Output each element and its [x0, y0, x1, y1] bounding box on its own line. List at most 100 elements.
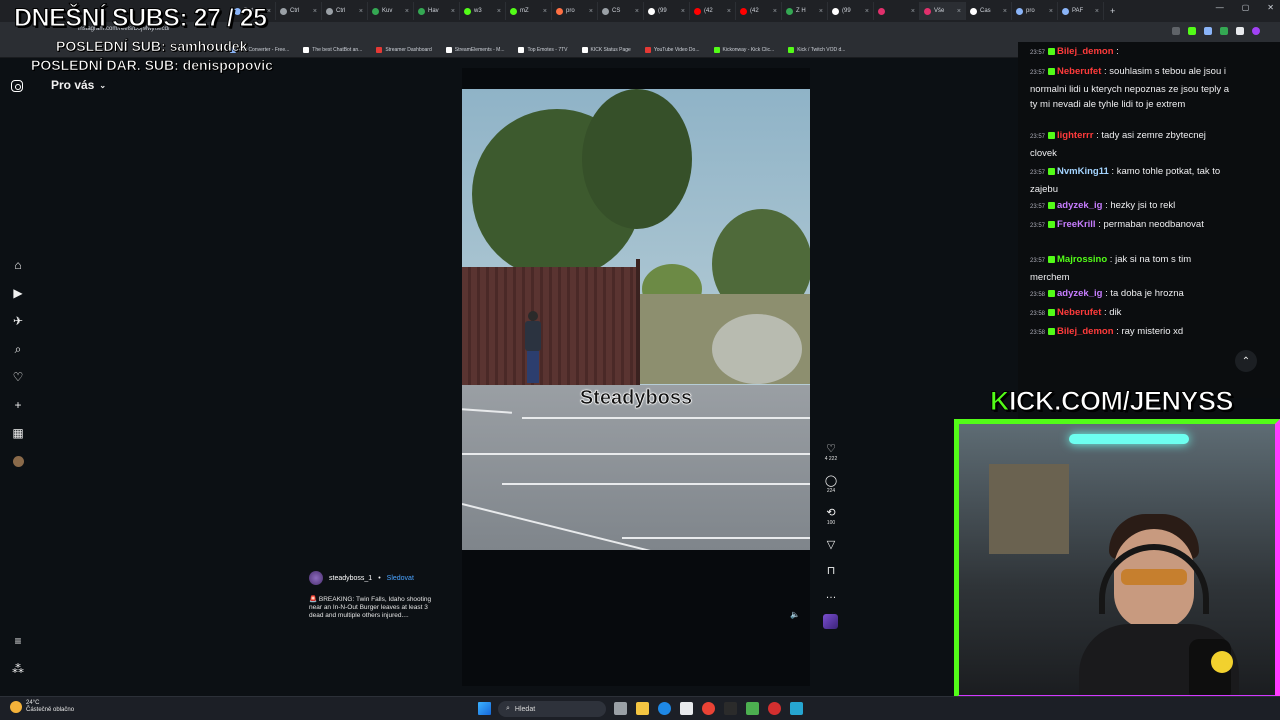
browser-tab[interactable]: pro × [1012, 2, 1058, 20]
feed-selector[interactable]: Pro vás ⌄ [51, 78, 106, 92]
bookmark-item[interactable]: Streamer Dashboard [376, 46, 432, 53]
bookmark-item[interactable]: Kick / Twitch VOD d... [788, 46, 845, 53]
close-tab-icon[interactable]: × [1003, 8, 1007, 15]
browser-tab[interactable]: CS × [598, 2, 644, 20]
author-avatar[interactable] [309, 571, 323, 585]
comment-button[interactable]: ◯ 224 [822, 474, 840, 494]
new-tab-icon[interactable]: + [1110, 6, 1115, 16]
browser-tab[interactable]: Ctrl × [322, 2, 368, 20]
close-tab-icon[interactable]: × [313, 8, 317, 15]
browser-tab[interactable]: Hav × [414, 2, 460, 20]
terminal-icon[interactable] [724, 702, 737, 715]
close-tab-icon[interactable]: × [1095, 8, 1099, 15]
close-tab-icon[interactable]: × [773, 8, 777, 15]
chat-username[interactable]: adyzek_ig [1057, 200, 1102, 211]
close-tab-icon[interactable]: × [957, 8, 961, 15]
chat-username[interactable]: adyzek_ig [1057, 288, 1102, 299]
browser-tab[interactable]: × [874, 2, 920, 20]
close-tab-icon[interactable]: × [451, 8, 455, 15]
file-explorer-icon[interactable] [636, 702, 649, 715]
maximize-icon[interactable]: ▢ [1242, 3, 1250, 12]
close-tab-icon[interactable]: × [589, 8, 593, 15]
close-tab-icon[interactable]: × [681, 8, 685, 15]
close-icon[interactable]: ✕ [1267, 3, 1274, 12]
browser-tab[interactable]: w3 × [460, 2, 506, 20]
mute-icon[interactable]: 🔈 [790, 610, 800, 619]
repost-button[interactable]: ⟲ 100 [822, 506, 840, 526]
browser-tab[interactable]: Ctrl × [276, 2, 322, 20]
scroll-up-button[interactable]: ⌃ [1235, 350, 1257, 372]
close-tab-icon[interactable]: × [911, 8, 915, 15]
dashboard-icon[interactable]: ▦ [11, 426, 25, 440]
save-button[interactable]: ⊓ [822, 564, 840, 577]
bookmark-item[interactable]: Kickonway - Kick Clic... [713, 46, 774, 53]
edge-icon[interactable] [658, 702, 671, 715]
start-button[interactable] [478, 702, 491, 715]
obs-icon[interactable] [768, 702, 781, 715]
author-name[interactable]: steadyboss_1 [329, 575, 372, 582]
create-icon[interactable]: + [11, 398, 25, 412]
browser-tab[interactable]: (42 × [736, 2, 782, 20]
close-tab-icon[interactable]: × [635, 8, 639, 15]
bookmark-item[interactable]: KICK Status Page [581, 46, 631, 53]
share-button[interactable]: ▽ [822, 538, 840, 551]
store-icon[interactable] [680, 702, 693, 715]
close-tab-icon[interactable]: × [865, 8, 869, 15]
chat-username[interactable]: NvmKing11 [1057, 166, 1109, 177]
chat-username[interactable]: Bilej_demon [1057, 46, 1114, 57]
instagram-logo-icon[interactable] [11, 80, 23, 92]
reel-caption[interactable]: 🚨 BREAKING: Twin Falls, Idaho shooting n… [309, 596, 444, 620]
task-view-icon[interactable] [614, 702, 627, 715]
chat-username[interactable]: Neberufet [1057, 307, 1101, 318]
close-tab-icon[interactable]: × [359, 8, 363, 15]
bookmark-item[interactable]: The best ChatBot an... [303, 46, 362, 53]
bookmark-item[interactable]: Top Emotes - 7TV [518, 46, 568, 53]
browser-tab[interactable]: Z H × [782, 2, 828, 20]
chat-username[interactable]: Majrossino [1057, 254, 1107, 265]
minimize-icon[interactable]: — [1216, 3, 1224, 12]
close-tab-icon[interactable]: × [727, 8, 731, 15]
notifications-icon[interactable]: ♡ [11, 370, 25, 384]
close-tab-icon[interactable]: × [405, 8, 409, 15]
app-icon[interactable] [746, 702, 759, 715]
app-icon[interactable] [790, 702, 803, 715]
extension-icon[interactable] [1172, 27, 1180, 35]
close-tab-icon[interactable]: × [1049, 8, 1053, 15]
weather-widget[interactable]: 24°C Částečně oblačno [10, 700, 74, 714]
chat-username[interactable]: Neberufet [1057, 66, 1101, 77]
close-tab-icon[interactable]: × [267, 8, 271, 15]
more-options-button[interactable]: … [822, 589, 840, 601]
chat-username[interactable]: lighterrr [1057, 130, 1093, 141]
bookmark-item[interactable]: YouTube Video Do... [644, 46, 700, 53]
close-tab-icon[interactable]: × [497, 8, 501, 15]
home-icon[interactable]: ⌂ [11, 258, 25, 272]
taskbar-search[interactable]: ⌕ Hledat [498, 701, 606, 717]
profile-avatar[interactable] [11, 454, 25, 468]
bookmark-item[interactable]: StreamElements - M... [445, 46, 504, 53]
reel-video[interactable]: Steadyboss [462, 89, 810, 550]
search-icon[interactable]: ⌕ [11, 342, 25, 356]
extension-icon[interactable] [1188, 27, 1196, 35]
chat-username[interactable]: FreeKrill [1057, 219, 1096, 230]
follow-button[interactable]: Sledovat [387, 575, 414, 582]
close-tab-icon[interactable]: × [819, 8, 823, 15]
like-button[interactable]: ♡ 4 222 [822, 442, 840, 462]
browser-tab[interactable]: PAF × [1058, 2, 1104, 20]
profile-avatar[interactable] [1252, 27, 1260, 35]
browser-tab[interactable]: Cas × [966, 2, 1012, 20]
browser-tab[interactable]: (42 × [690, 2, 736, 20]
extension-icon[interactable] [1220, 27, 1228, 35]
browser-tab[interactable]: (99 × [828, 2, 874, 20]
chrome-icon[interactable] [702, 702, 715, 715]
browser-tab[interactable]: Kuv × [368, 2, 414, 20]
menu-icon[interactable]: ≡ [11, 634, 25, 648]
extension-icon[interactable] [1204, 27, 1212, 35]
browser-tab[interactable]: Vše × [920, 2, 966, 20]
reels-icon[interactable]: ▶ [11, 286, 25, 300]
browser-tab[interactable]: pro × [552, 2, 598, 20]
close-tab-icon[interactable]: × [543, 8, 547, 15]
browser-tab[interactable]: mZ × [506, 2, 552, 20]
extension-icon[interactable] [1236, 27, 1244, 35]
browser-tab[interactable]: (99 × [644, 2, 690, 20]
also-from-meta-icon[interactable]: ⁂ [11, 662, 25, 676]
